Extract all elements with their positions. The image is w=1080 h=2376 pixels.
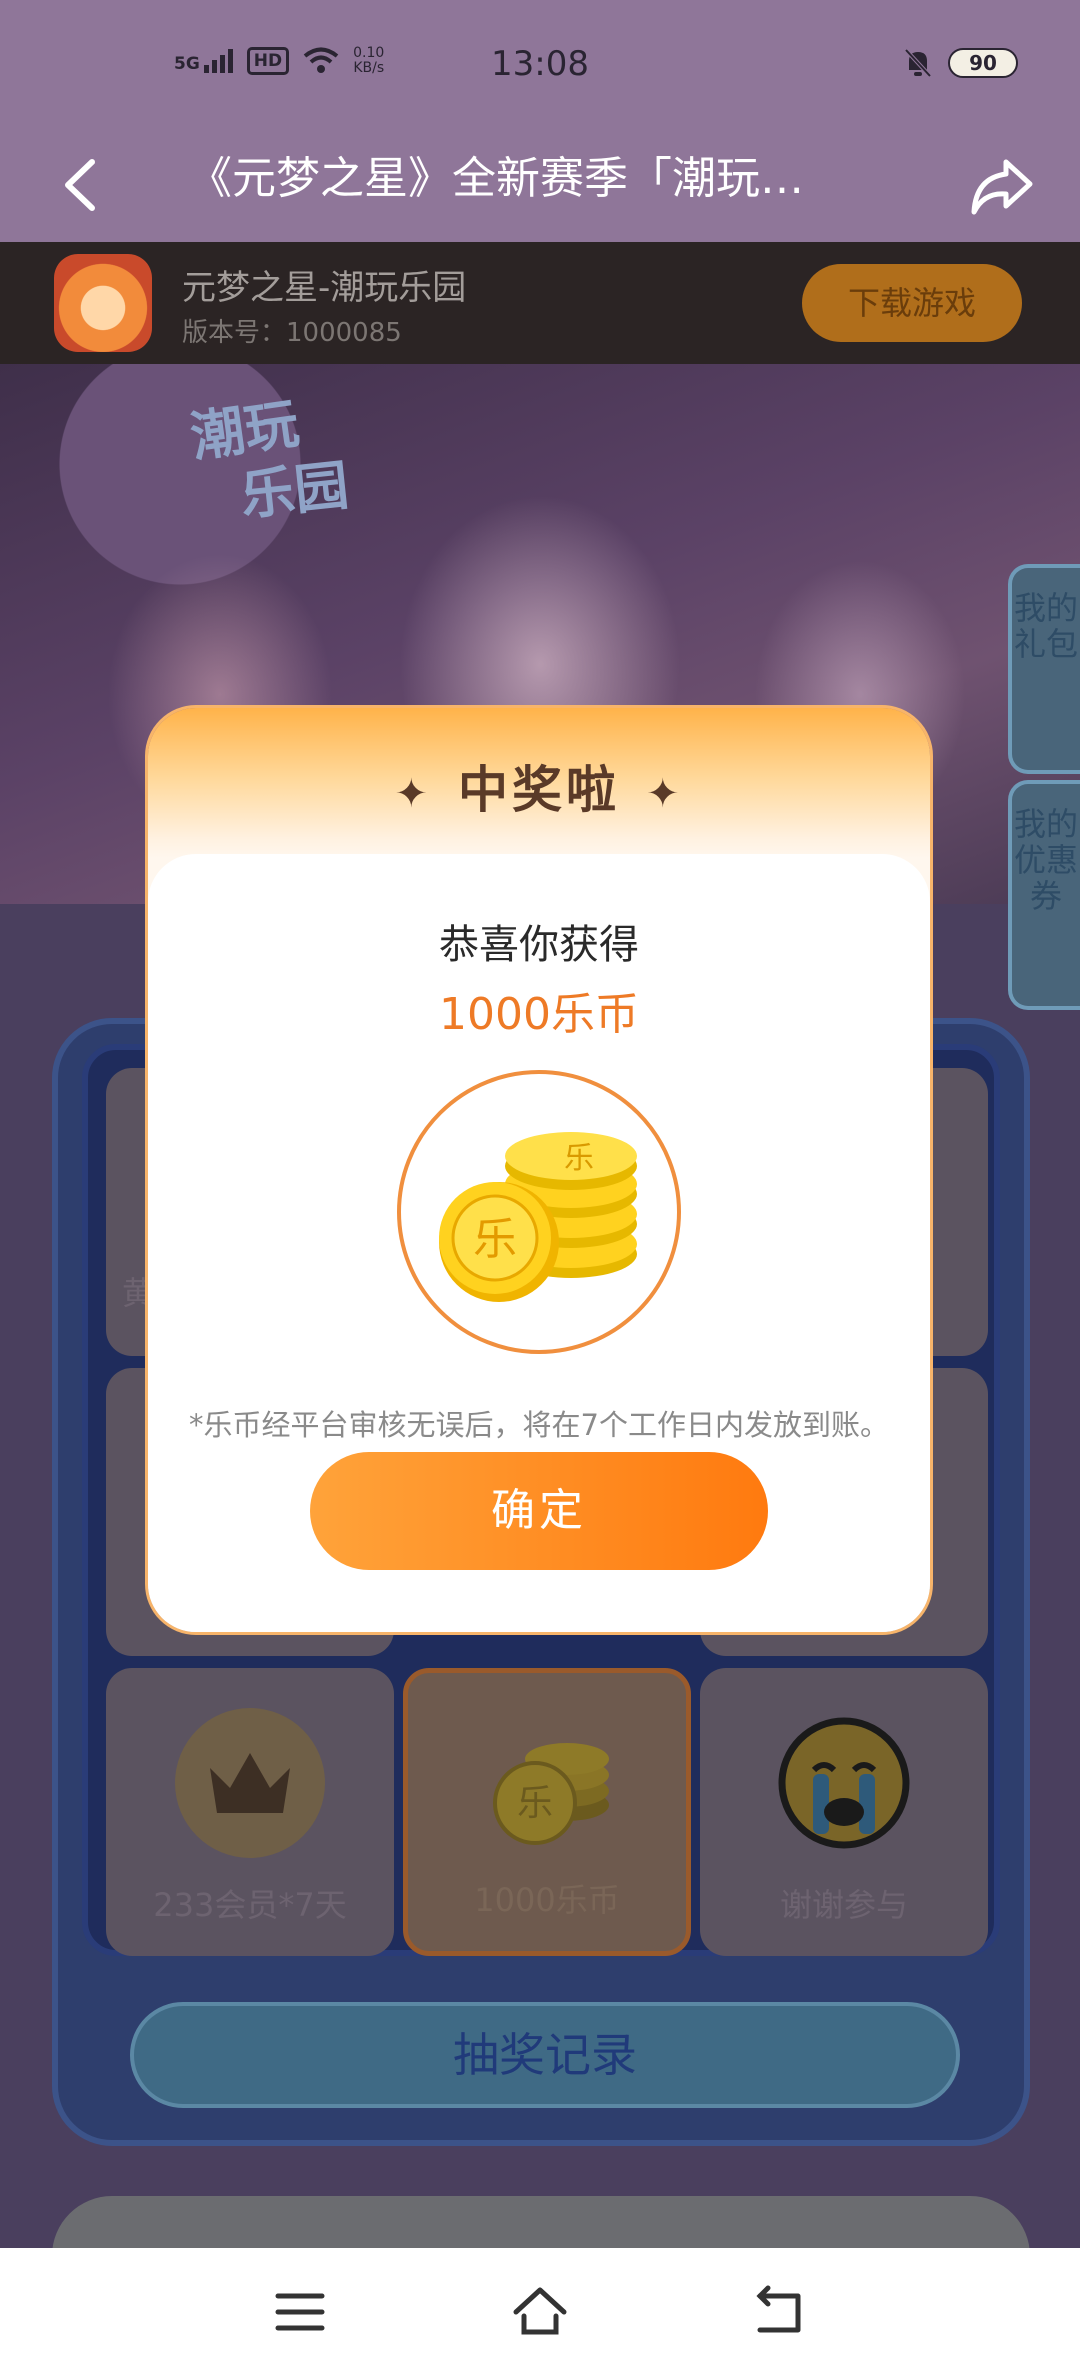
game-version: 版本号：1000085 (182, 318, 402, 348)
mute-bell-icon (904, 48, 932, 78)
status-right: 90 (904, 48, 1018, 78)
sparkle-icon: ✦ (646, 770, 684, 817)
my-coupons-tab[interactable]: 我的优惠券 (1008, 780, 1080, 1010)
home-icon[interactable] (510, 2282, 570, 2342)
crown-icon (175, 1708, 325, 1858)
prize-cell-coins[interactable]: 乐 1000乐币 (403, 1668, 691, 1956)
confirm-button[interactable]: 确定 (310, 1452, 768, 1570)
svg-text:乐: 乐 (517, 1783, 553, 1824)
svg-text:乐: 乐 (564, 1141, 594, 1176)
prize-label: 谢谢参与 (779, 1886, 908, 1924)
system-nav-bar (0, 2248, 1080, 2376)
page-title: 《元梦之星》全新赛季「潮玩… (188, 153, 804, 204)
menu-icon[interactable] (270, 2282, 330, 2342)
share-icon[interactable] (964, 148, 1040, 224)
lottery-record-button[interactable]: 抽奖记录 (130, 2002, 960, 2108)
prize-amount: 1000乐币 (439, 989, 639, 1040)
dialog-body: 恭喜你获得 1000乐币 乐 乐 *乐币经平台审核无误后，将在7个工作日内发放到… (148, 854, 930, 1632)
prize-image-frame: 乐 乐 (397, 1070, 681, 1354)
game-name: 元梦之星-潮玩乐园 (182, 268, 467, 308)
prize-cell-thanks[interactable]: 谢谢参与 (700, 1668, 988, 1956)
prize-cell-vip[interactable]: 233会员*7天 (106, 1668, 394, 1956)
coin-icon: 乐 (493, 1743, 609, 1845)
crying-face-icon (778, 1717, 910, 1849)
sparkle-icon: ✦ (394, 770, 432, 817)
banner-logo: 潮玩 乐园 (186, 391, 352, 528)
back-arrow-icon[interactable] (48, 150, 118, 220)
notice-text: *乐币经平台审核无误后，将在7个工作日内发放到账。 (189, 1408, 889, 1442)
prize-label: 233会员*7天 (153, 1886, 347, 1924)
status-bar: 5G HD 0.10 KB/s 13:08 90 (0, 0, 1080, 130)
game-info-bar: 元梦之星-潮玩乐园 版本号：1000085 下载游戏 (0, 242, 1080, 364)
prize-dialog: ✦ 中奖啦 ✦ 恭喜你获得 1000乐币 乐 乐 *乐币经平台审核无误后，将在7个工… (148, 708, 930, 1632)
download-game-button[interactable]: 下载游戏 (802, 264, 1022, 342)
gold-coins-icon: 乐 乐 (439, 1132, 637, 1302)
back-nav-icon[interactable] (750, 2282, 810, 2342)
prize-label: 1000乐币 (474, 1881, 620, 1919)
my-gifts-tab[interactable]: 我的礼包 (1008, 564, 1080, 774)
svg-text:乐: 乐 (473, 1214, 517, 1265)
battery-indicator: 90 (948, 48, 1018, 78)
game-app-icon[interactable] (54, 254, 152, 352)
congrats-text: 恭喜你获得 (439, 922, 639, 968)
dialog-title: ✦ 中奖啦 ✦ (394, 761, 684, 819)
title-bar: 《元梦之星》全新赛季「潮玩… (0, 130, 1080, 242)
